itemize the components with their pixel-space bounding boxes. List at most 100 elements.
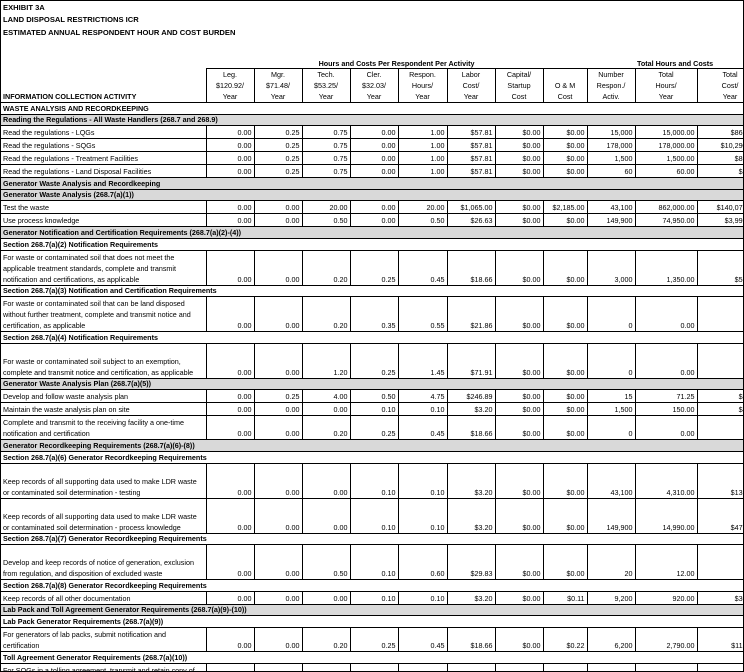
cell-cler: 0.25 [349,626,398,652]
cell-om-cost: $0.22 [542,626,588,652]
cell-labor-cost: $57.81 [446,151,495,165]
column-header-line: O & M [554,81,576,90]
cell-total-cost: $0 [696,296,743,332]
cell-om-cost: $0.00 [542,497,588,534]
table-row: Use process knowledge 0.00 0.00 0.50 0.00 0.5… [1,213,743,227]
cell-number-respondents: 149,900 [586,213,636,227]
column-header-line: Year [463,92,479,101]
cell-respon-hours: 0.45 [397,662,447,671]
cell-leg: 0.00 [205,138,254,152]
cell-capital-cost: $0.00 [494,462,543,499]
activity-description: Read the regulations - LQGs [1,125,206,139]
cell-leg: 0.00 [205,296,254,332]
cell-total-cost: $3,469 [696,164,743,178]
column-header-line: Year [318,92,334,101]
cell-total-hours: 920.00 [634,590,698,605]
cell-total-hours: 4,310.00 [634,462,698,499]
cell-total-cost: $117,056 [696,626,743,652]
cell-cler: 0.00 [349,138,398,152]
cell-leg: 0.00 [205,626,254,652]
cell-total-cost: $0 [696,415,743,440]
cell-labor-cost: $3.20 [446,462,495,499]
cell-tech: 0.20 [301,415,350,440]
cell-om-cost: $0.00 [542,415,588,440]
cell-respon-hours: 0.50 [397,213,447,227]
activity-description: For waste or contaminated soil subject t… [1,342,206,379]
cell-tech: 20.00 [301,200,350,214]
subsection-heading-row: Lab Pack Generator Requirements (268.7(a… [1,615,743,628]
cell-mgr: 0.25 [253,151,302,165]
total-group-header: Total Hours and Costs [636,59,714,68]
activity-description: For waste or contaminated soil that does… [1,249,206,286]
cell-total-cost: $30,452 [696,590,743,605]
cell-number-respondents: 60 [586,164,636,178]
cell-number-respondents: 0 [586,342,636,379]
cell-cler: 0.10 [349,462,398,499]
cell-number-respondents: 149,900 [586,497,636,534]
cell-tech: 0.75 [301,151,350,165]
column-header-line: Activ. [602,92,620,101]
cell-labor-cost: $26.63 [446,213,495,227]
cell-mgr: 0.00 [253,402,302,416]
section-heading: Section 268.7(a)(8) Generator Recordkeep… [1,579,743,592]
cell-capital-cost: $0.00 [494,342,543,379]
cell-mgr: 0.00 [253,296,302,332]
cell-capital-cost: $0.00 [494,213,543,227]
cell-total-hours: 0.00 [634,296,698,332]
section-heading-row: Generator Waste Analysis and Recordkeepi… [1,177,743,190]
cell-mgr: 0.00 [253,213,302,227]
cell-capital-cost: $0.00 [494,415,543,440]
column-header-line: Tech. [317,70,335,79]
table-row: Maintain the waste analysis plan on site… [1,402,743,416]
section-heading: Generator Waste Analysis and Recordkeepi… [1,177,743,190]
section-heading: Section 268.7(a)(3) Notification and Cer… [1,284,743,297]
column-header-line: $32.03/ [362,81,386,90]
section-heading-row: Generator Recordkeeping Requirements (26… [1,439,743,452]
cell-om-cost: $2,185.00 [542,200,588,214]
table-row: Read the regulations - SQGs 0.00 0.25 0.75 0… [1,138,743,152]
column-header-line: Cost/ [721,81,739,90]
cell-total-hours: 74,950.00 [634,213,698,227]
cell-mgr: 0.25 [253,164,302,178]
table-title: ESTIMATED ANNUAL RESPONDENT HOUR AND COS… [3,27,236,37]
cell-mgr: 0.00 [253,415,302,440]
subsection-heading-row: Section 268.7(a)(7) Generator Recordkeep… [1,532,743,545]
cell-mgr: 0.25 [253,389,302,403]
cell-mgr: 0.00 [253,590,302,605]
cell-leg: 0.00 [205,164,254,178]
column-header-capital-cost: Capital/Startup Cost [494,68,543,103]
cell-number-respondents: 178,000 [586,138,636,152]
cell-total-hours: 2,790.00 [634,626,698,652]
cell-cler: 0.00 [349,164,398,178]
cell-cler: 0.10 [349,544,398,580]
column-header-line: Hours/ [655,81,677,90]
cell-total-cost: $0 [696,662,743,671]
section-heading-row: Generator Waste Analysis Plan (268.7(a)(… [1,377,743,391]
activity-column-header: INFORMATION COLLECTION ACTIVITY [3,92,137,101]
activity-description: Maintain the waste analysis plan on site [1,402,206,416]
activity-description: Use process knowledge [1,213,206,227]
cell-om-cost: $0.00 [542,342,588,379]
cell-labor-cost: $21.86 [446,296,495,332]
column-header-number-respondents: Number Respon./ Activ. [586,68,636,103]
cell-total-cost: $4,800 [696,402,743,416]
per-respondent-group-header: Hours and Costs Per Respondent Per Activ… [318,59,475,68]
table-row: Test the waste 0.00 0.00 20.00 0.00 20.00 $1,0… [1,200,743,214]
cell-labor-cost: $18.66 [446,415,495,440]
cell-tech: 4.00 [301,389,350,403]
cell-cler: 0.25 [349,662,398,671]
column-header-line: $53.25/ [314,81,338,90]
cell-total-hours: 0.00 [634,662,698,671]
cell-mgr: 0.00 [253,462,302,499]
cell-number-respondents: 1,500 [586,151,636,165]
column-header-line: Year [270,92,286,101]
column-header-line: Total [658,70,674,79]
cell-capital-cost: $0.00 [494,662,543,671]
column-header-line: Year [722,92,738,101]
cell-total-cost: $140,075,000 [696,200,743,214]
cell-total-cost: $86,715 [696,151,743,165]
cell-respon-hours: 0.60 [397,544,447,580]
activity-description: Keep records of all supporting data used… [1,497,206,534]
subsection-heading-row: Section 268.7(a)(4) Notification Require… [1,331,743,344]
section-heading-row: Lab Pack and Toll Agreement Generator Re… [1,603,743,617]
